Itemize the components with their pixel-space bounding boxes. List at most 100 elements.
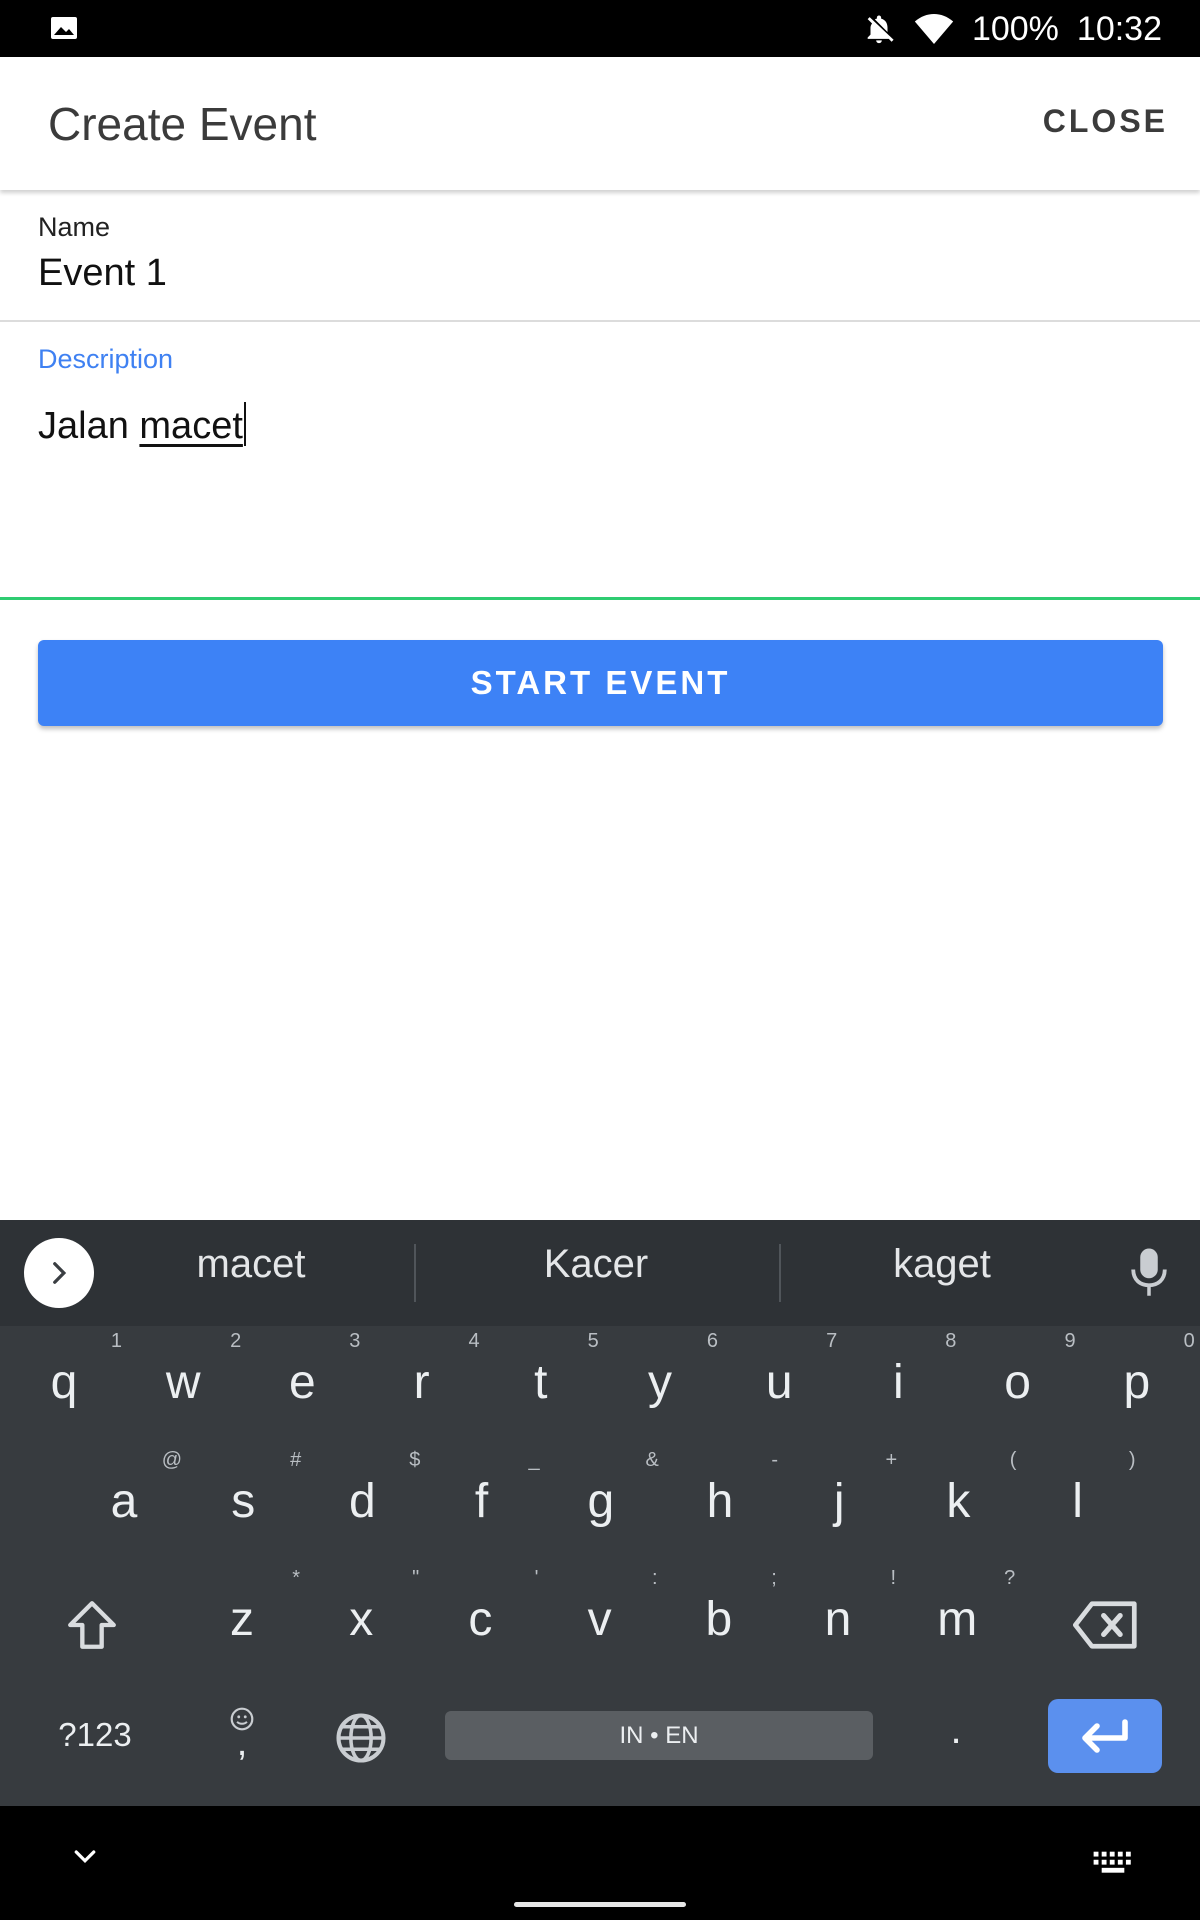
key-hint: 4	[468, 1330, 480, 1352]
suggestion-divider	[414, 1244, 416, 1302]
key-hint: 5	[587, 1330, 599, 1352]
key-j[interactable]: j +	[819, 1450, 897, 1528]
key-label: f	[474, 1475, 489, 1528]
microphone-icon[interactable]	[1128, 1246, 1170, 1300]
key-hint: -	[771, 1449, 778, 1471]
soft-keyboard: macet Kacer kaget q 1 w 2 e 3 r 4 t 5 y 6 u 7 i 8 o 9 p 0 a @…	[0, 1220, 1200, 1806]
key-hint: *	[292, 1567, 300, 1589]
key-v[interactable]: v:	[580, 1568, 658, 1644]
key-hint: 9	[1064, 1330, 1076, 1352]
key-hint: +	[885, 1449, 898, 1471]
key-w[interactable]: w2	[163, 1331, 241, 1409]
key-x[interactable]: x "	[341, 1568, 419, 1646]
key-label: a	[110, 1475, 138, 1528]
hide-keyboard-icon[interactable]	[70, 1842, 100, 1872]
key-l[interactable]: l)	[1058, 1450, 1135, 1526]
suggestion-2[interactable]: Kacer	[446, 1242, 746, 1287]
key-hint: ?	[1004, 1567, 1016, 1589]
description-input[interactable]: Jalan macet	[38, 402, 246, 448]
symbols-key[interactable]: ?123	[50, 1718, 140, 1751]
name-field[interactable]: Name Event 1	[0, 190, 1200, 322]
space-bar[interactable]: IN • EN	[445, 1711, 873, 1760]
key-label: p	[1123, 1356, 1151, 1409]
key-h[interactable]: h-	[700, 1450, 778, 1526]
key-y[interactable]: y6	[640, 1331, 718, 1409]
key-label: b	[705, 1593, 733, 1646]
home-gesture-handle[interactable]	[514, 1902, 686, 1907]
key-q[interactable]: q1	[44, 1331, 122, 1407]
key-t[interactable]: t5	[521, 1331, 599, 1409]
enter-key[interactable]	[1048, 1699, 1162, 1773]
key-u[interactable]: u7	[759, 1331, 837, 1407]
key-s[interactable]: s #	[223, 1450, 301, 1526]
key-label: k	[946, 1475, 971, 1528]
name-label: Name	[38, 212, 111, 242]
description-field[interactable]: Description Jalan macet	[0, 322, 1200, 600]
key-p[interactable]: p0	[1117, 1331, 1194, 1409]
key-f[interactable]: f _	[462, 1450, 540, 1528]
key-hint: '	[534, 1567, 539, 1589]
shift-key[interactable]	[56, 1589, 128, 1661]
key-hint: 3	[349, 1330, 361, 1352]
status-bar: 100% 10:32	[0, 0, 1200, 57]
chevron-right-icon	[53, 1262, 67, 1284]
key-label: y	[648, 1356, 672, 1409]
key-label: c	[468, 1593, 493, 1646]
key-n[interactable]: n!	[818, 1568, 896, 1646]
suggestion-divider	[779, 1244, 781, 1302]
description-text: Jalan	[38, 405, 140, 447]
key-hint: :	[652, 1567, 658, 1589]
wifi-icon	[914, 14, 954, 44]
language-key[interactable]	[331, 1708, 391, 1768]
name-input[interactable]: Event 1	[38, 252, 167, 295]
key-z[interactable]: z *	[222, 1568, 300, 1646]
emoji-comma-key[interactable]: ,	[222, 1700, 262, 1764]
enter-icon	[1082, 1719, 1128, 1753]
key-c[interactable]: c '	[460, 1568, 538, 1646]
backspace-key[interactable]	[1066, 1589, 1146, 1661]
app-bar: Create Event CLOSE	[0, 57, 1200, 190]
close-button[interactable]: CLOSE	[1043, 103, 1168, 140]
suggestion-1[interactable]: macet	[101, 1242, 401, 1287]
image-icon	[51, 17, 77, 39]
expand-toolbar-button[interactable]	[24, 1238, 94, 1308]
key-label: m	[937, 1593, 978, 1646]
key-label: n	[824, 1593, 852, 1646]
key-i[interactable]: i8	[878, 1331, 956, 1409]
key-o[interactable]: o9	[998, 1331, 1075, 1407]
key-d[interactable]: d $	[342, 1450, 420, 1526]
page-title: Create Event	[48, 98, 317, 150]
key-r[interactable]: r4	[402, 1331, 480, 1409]
shift-icon	[68, 1601, 116, 1649]
key-label: z	[230, 1593, 254, 1646]
start-event-button[interactable]: START EVENT	[38, 640, 1163, 726]
description-label: Description	[38, 344, 174, 374]
status-icons: 100% 10:32	[862, 8, 1162, 50]
comma-label: ,	[236, 1721, 248, 1764]
bell-off-icon	[867, 15, 894, 44]
clock: 10:32	[1076, 9, 1162, 48]
key-a[interactable]: a @	[104, 1450, 182, 1528]
key-g[interactable]: g &	[581, 1450, 658, 1526]
key-label: j	[833, 1475, 845, 1528]
key-k[interactable]: k(	[938, 1450, 1016, 1528]
key-e[interactable]: e3	[282, 1331, 360, 1407]
key-hint: (	[1009, 1449, 1017, 1471]
key-hint: 2	[230, 1330, 242, 1352]
globe-icon	[336, 1713, 386, 1763]
key-label: x	[349, 1593, 374, 1646]
key-m[interactable]: m?	[937, 1568, 1015, 1646]
key-hint: #	[290, 1449, 302, 1471]
key-b[interactable]: b;	[699, 1568, 776, 1646]
suggestion-3[interactable]: kaget	[792, 1242, 1092, 1287]
key-label: w	[165, 1356, 201, 1409]
suggestion-strip: macet Kacer kaget	[0, 1220, 1200, 1326]
period-key[interactable]: .	[944, 1710, 968, 1750]
keyboard-switch-icon[interactable]	[1092, 1850, 1134, 1876]
key-hint: 1	[110, 1330, 122, 1352]
key-hint: 0	[1183, 1330, 1195, 1352]
key-label: t	[534, 1356, 548, 1409]
key-hint: !	[890, 1567, 896, 1589]
key-label: r	[413, 1356, 430, 1409]
key-label: i	[893, 1356, 904, 1409]
